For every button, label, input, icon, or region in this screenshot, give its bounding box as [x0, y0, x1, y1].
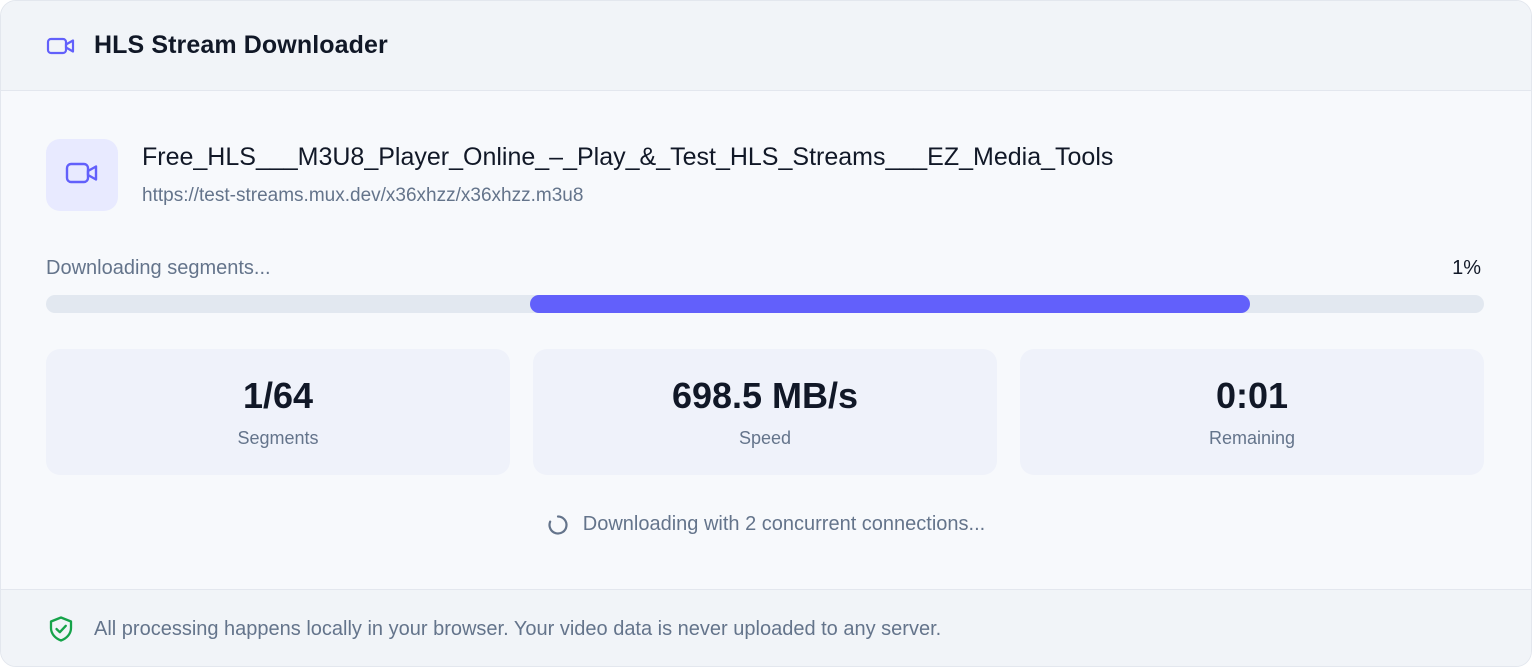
stat-label: Remaining [1208, 427, 1296, 448]
file-thumbnail [46, 139, 118, 211]
progress-label: Downloading segments... [46, 257, 271, 279]
page-title: HLS Stream Downloader [94, 31, 388, 59]
panel-header: HLS Stream Downloader [1, 1, 1531, 91]
downloader-panel: HLS Stream Downloader Free_HLS___M3U8_Pl… [0, 0, 1532, 667]
file-info: Free_HLS___M3U8_Player_Online_–_Play_&_T… [46, 139, 1113, 211]
stats-row: 1/64 Segments 698.5 MB/s Speed 0:01 Rema… [46, 349, 1484, 475]
spinner-icon [547, 514, 569, 536]
progress-bar-fill [530, 295, 1250, 313]
status-text: Downloading with 2 concurrent connection… [582, 513, 986, 535]
file-text: Free_HLS___M3U8_Player_Online_–_Play_&_T… [142, 142, 1113, 208]
stat-card-segments: 1/64 Segments [46, 349, 510, 475]
stat-label: Speed [738, 427, 792, 448]
download-body: Free_HLS___M3U8_Player_Online_–_Play_&_T… [1, 91, 1531, 588]
file-name: Free_HLS___M3U8_Player_Online_–_Play_&_T… [142, 143, 1114, 171]
stat-value: 0:01 [1215, 374, 1289, 416]
privacy-footer: All processing happens locally in your b… [1, 589, 1531, 666]
status-message: Downloading with 2 concurrent connection… [1, 513, 1531, 536]
stat-value: 1/64 [242, 374, 314, 416]
progress-percent: 1% [1452, 257, 1481, 279]
video-camera-icon [46, 35, 76, 57]
progress-bar [46, 295, 1484, 313]
stream-url: https://test-streams.mux.dev/x36xhzz/x36… [142, 185, 584, 206]
stat-card-speed: 698.5 MB/s Speed [533, 349, 997, 475]
stat-value: 698.5 MB/s [671, 374, 859, 416]
privacy-note: All processing happens locally in your b… [94, 617, 942, 640]
stat-card-remaining: 0:01 Remaining [1020, 349, 1484, 475]
shield-check-icon [47, 615, 75, 643]
stat-label: Segments [237, 427, 319, 448]
video-camera-icon [65, 161, 99, 190]
